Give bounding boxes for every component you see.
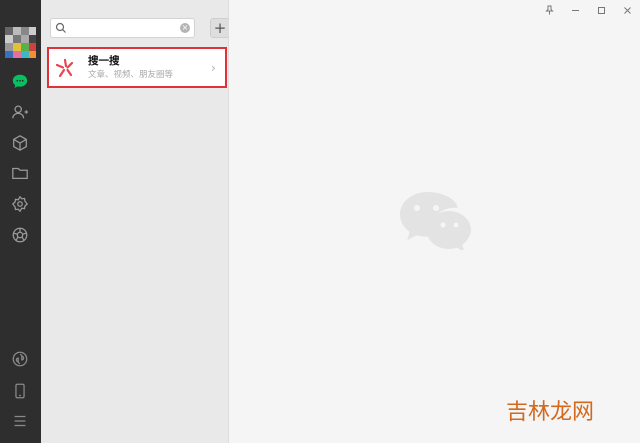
close-button[interactable] — [614, 0, 640, 20]
sou-yi-sou-logo-icon — [54, 56, 78, 80]
close-icon — [623, 6, 631, 14]
pin-button[interactable] — [536, 0, 562, 20]
search-icon — [55, 22, 66, 33]
sou-subtitle: 文章、视频、朋友圈等 — [88, 70, 174, 80]
chevron-right-icon: › — [211, 60, 216, 75]
contacts-icon[interactable] — [8, 100, 32, 124]
sou-yi-sou-item[interactable]: 搜一搜 文章、视频、朋友圈等 › — [47, 47, 227, 88]
wechat-logo-icon — [400, 192, 471, 250]
avatar[interactable] — [5, 27, 36, 58]
add-button[interactable]: + — [210, 18, 230, 38]
pin-icon — [544, 5, 554, 15]
minimize-button[interactable] — [562, 0, 588, 20]
search-input[interactable] — [69, 20, 177, 36]
main-area: 吉林龙网 — [229, 0, 640, 443]
menu-icon[interactable] — [8, 409, 32, 433]
sou-text: 搜一搜 文章、视频、朋友圈等 — [88, 54, 211, 81]
folder-icon[interactable] — [8, 161, 32, 185]
chat-list-panel: × + 搜一搜 文章、视频、朋友圈等 › — [41, 0, 230, 443]
watermark: 吉林龙网 — [506, 400, 595, 425]
sou-title: 搜一搜 — [88, 55, 120, 67]
search-box[interactable]: × — [50, 18, 195, 38]
settings-icon[interactable] — [8, 192, 32, 216]
maximize-button[interactable] — [588, 0, 614, 20]
box-icon[interactable] — [8, 131, 32, 155]
minimize-icon — [571, 9, 579, 11]
window-controls — [536, 0, 640, 20]
clear-search-icon[interactable]: × — [180, 23, 190, 33]
maximize-icon — [597, 6, 605, 14]
miniprogram-icon[interactable] — [8, 347, 32, 371]
chat-icon[interactable] — [8, 70, 32, 94]
phone-icon[interactable] — [8, 379, 32, 403]
nav-rail — [0, 0, 41, 443]
moments-icon[interactable] — [8, 223, 32, 247]
